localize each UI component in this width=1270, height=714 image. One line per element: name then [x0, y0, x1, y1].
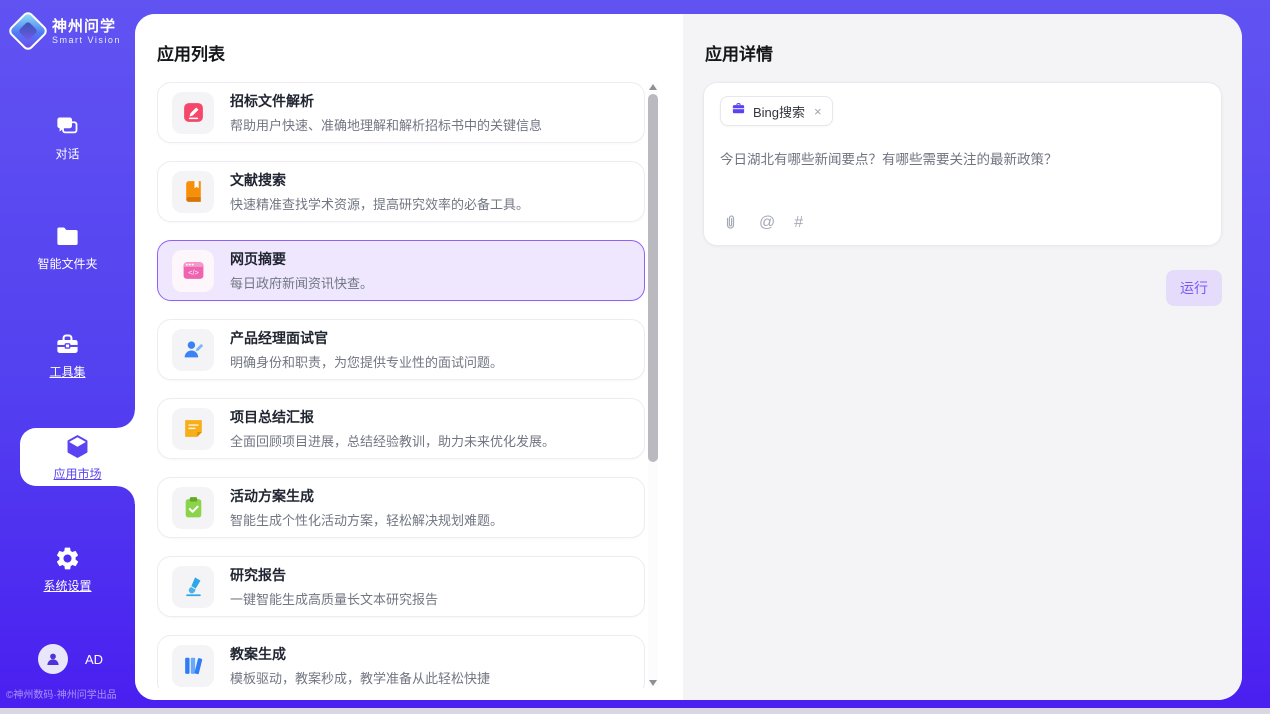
- gear-icon: [54, 545, 81, 572]
- app-card-text: 文献搜索快速精准查找学术资源，提高研究效率的必备工具。: [230, 170, 529, 213]
- app-card-name: 项目总结汇报: [230, 407, 555, 427]
- sidebar-item-label: 对话: [55, 145, 79, 162]
- app-card-desc: 模板驱动，教案秒成，教学准备从此轻松快捷: [230, 668, 490, 687]
- brand-logo: 神州问学 Smart Vision: [13, 16, 121, 46]
- question-input-text[interactable]: 今日湖北有哪些新闻要点？有哪些需要关注的最新政策？: [720, 148, 1205, 168]
- brand-name: 神州问学: [52, 18, 121, 35]
- app-card-text: 产品经理面试官明确身份和职责，为您提供专业性的面试问题。: [230, 328, 503, 371]
- app-card-name: 文献搜索: [230, 170, 529, 190]
- app-card-books[interactable]: 教案生成模板驱动，教案秒成，教学准备从此轻松快捷: [157, 635, 645, 688]
- hash-icon[interactable]: #: [794, 214, 803, 232]
- avatar[interactable]: [38, 644, 68, 674]
- scroll-down-arrow[interactable]: [649, 680, 657, 686]
- app-list-title: 应用列表: [157, 40, 225, 65]
- bid-doc-icon: [172, 92, 214, 134]
- app-card-name: 产品经理面试官: [230, 328, 503, 348]
- app-detail-panel: 应用详情 Bing搜索 × 今日湖北有哪些新闻要点？有哪些需要关注的最新政策？ …: [683, 14, 1242, 700]
- main-window: 应用列表 招标文件解析帮助用户快速、准确地理解和解析招标书中的关键信息文献搜索快…: [135, 14, 1242, 700]
- app-card-note[interactable]: 项目总结汇报全面回顾项目进展，总结经验教训，助力未来优化发展。: [157, 398, 645, 459]
- paperclip-icon[interactable]: [721, 213, 740, 232]
- at-icon[interactable]: @: [759, 214, 775, 232]
- composer-card[interactable]: Bing搜索 × 今日湖北有哪些新闻要点？有哪些需要关注的最新政策？ @#: [703, 82, 1222, 246]
- chat-icon: [54, 113, 81, 140]
- app-card-research[interactable]: 研究报告一键智能生成高质量长文本研究报告: [157, 556, 645, 617]
- app-card-desc: 明确身份和职责，为您提供专业性的面试问题。: [230, 352, 503, 371]
- app-card-text: 教案生成模板驱动，教案秒成，教学准备从此轻松快捷: [230, 644, 490, 687]
- sidebar-item-gear[interactable]: 系统设置: [0, 540, 135, 598]
- app-card-desc: 智能生成个性化活动方案，轻松解决规划难题。: [230, 510, 503, 529]
- app-card-clipboard[interactable]: 活动方案生成智能生成个性化活动方案，轻松解决规划难题。: [157, 477, 645, 538]
- interview-icon: [172, 329, 214, 371]
- scroll-up-arrow[interactable]: [649, 84, 657, 90]
- app-card-name: 招标文件解析: [230, 91, 542, 111]
- app-list-panel: 应用列表 招标文件解析帮助用户快速、准确地理解和解析招标书中的关键信息文献搜索快…: [135, 14, 683, 700]
- app-card-text: 网页摘要每日政府新闻资讯快查。: [230, 249, 373, 292]
- scrollbar-thumb[interactable]: [648, 94, 658, 462]
- sidebar-item-label: 系统设置: [43, 577, 91, 594]
- app-card-desc: 快速精准查找学术资源，提高研究效率的必备工具。: [230, 194, 529, 213]
- svg-text:</>: </>: [188, 268, 199, 277]
- app-card-desc: 一键智能生成高质量长文本研究报告: [230, 589, 438, 608]
- app-card-text: 活动方案生成智能生成个性化活动方案，轻松解决规划难题。: [230, 486, 503, 529]
- app-card-name: 研究报告: [230, 565, 438, 585]
- book-icon: [172, 171, 214, 213]
- tool-tag-close-icon[interactable]: ×: [814, 104, 822, 119]
- sidebar-item-label: 应用市场: [53, 465, 101, 482]
- tool-tag-label: Bing搜索: [753, 102, 805, 121]
- app-card-web[interactable]: </> 网页摘要每日政府新闻资讯快查。: [157, 240, 645, 301]
- cube-icon: [64, 433, 91, 460]
- clipboard-icon: [172, 487, 214, 529]
- brand-logo-icon: [7, 10, 49, 52]
- note-icon: [172, 408, 214, 450]
- app-card-text: 研究报告一键智能生成高质量长文本研究报告: [230, 565, 438, 608]
- app-card-list: 招标文件解析帮助用户快速、准确地理解和解析招标书中的关键信息文献搜索快速精准查找…: [157, 82, 645, 688]
- app-card-desc: 全面回顾项目进展，总结经验教训，助力未来优化发展。: [230, 431, 555, 450]
- brand-tagline: Smart Vision: [52, 35, 121, 45]
- sidebar-item-cube[interactable]: 应用市场: [20, 428, 135, 486]
- research-icon: [172, 566, 214, 608]
- app-card-text: 项目总结汇报全面回顾项目进展，总结经验教训，助力未来优化发展。: [230, 407, 555, 450]
- sidebar-item-chat[interactable]: 对话: [0, 108, 135, 166]
- folder-icon: [54, 223, 81, 250]
- app-card-book[interactable]: 文献搜索快速精准查找学术资源，提高研究效率的必备工具。: [157, 161, 645, 222]
- app-card-desc: 帮助用户快速、准确地理解和解析招标书中的关键信息: [230, 115, 542, 134]
- user-name: AD: [85, 652, 103, 667]
- app-card-bid-doc[interactable]: 招标文件解析帮助用户快速、准确地理解和解析招标书中的关键信息: [157, 82, 645, 143]
- sidebar: 神州问学 Smart Vision 对话智能文件夹工具集应用市场系统设置 AD …: [0, 0, 135, 708]
- sidebar-item-label: 工具集: [49, 363, 85, 380]
- app-card-name: 教案生成: [230, 644, 490, 664]
- web-icon: </>: [172, 250, 214, 292]
- app-frame: 神州问学 Smart Vision 对话智能文件夹工具集应用市场系统设置 AD …: [0, 0, 1270, 708]
- sidebar-item-folder[interactable]: 智能文件夹: [0, 218, 135, 276]
- composer-toolbar: @#: [721, 213, 803, 232]
- run-button[interactable]: 运行: [1166, 270, 1222, 306]
- app-detail-title: 应用详情: [705, 40, 773, 65]
- tool-tag-bing-search[interactable]: Bing搜索 ×: [720, 96, 833, 126]
- app-card-name: 网页摘要: [230, 249, 373, 269]
- sidebar-item-label: 智能文件夹: [37, 255, 97, 272]
- app-card-desc: 每日政府新闻资讯快查。: [230, 273, 373, 292]
- sidebar-item-toolbox[interactable]: 工具集: [0, 326, 135, 384]
- toolbox-icon: [54, 331, 81, 358]
- sidebar-footer: ©神州数码·神州问学出品: [6, 686, 117, 701]
- app-card-name: 活动方案生成: [230, 486, 503, 506]
- briefcase-icon: [731, 101, 746, 121]
- scrollbar[interactable]: [648, 82, 658, 688]
- app-card-text: 招标文件解析帮助用户快速、准确地理解和解析招标书中的关键信息: [230, 91, 542, 134]
- app-card-interview[interactable]: 产品经理面试官明确身份和职责，为您提供专业性的面试问题。: [157, 319, 645, 380]
- books-icon: [172, 645, 214, 687]
- user-row[interactable]: AD: [38, 644, 103, 674]
